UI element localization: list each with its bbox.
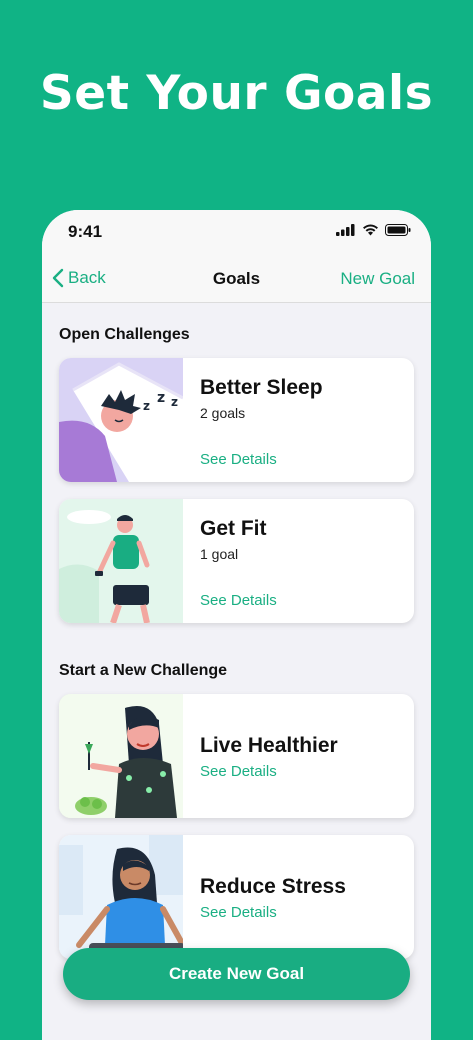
challenge-card-live-healthier[interactable]: Live Healthier See Details (59, 694, 414, 818)
status-time: 9:41 (68, 222, 103, 241)
phone-frame: 9:41 Back Goals New Goal Open Challenges… (42, 210, 431, 1040)
cellular-signal-icon (336, 224, 355, 236)
svg-text:z: z (171, 395, 178, 409)
card-title: Reduce Stress (200, 875, 346, 898)
svg-text:z: z (143, 399, 150, 413)
battery-icon (385, 224, 411, 236)
wifi-icon (363, 224, 378, 236)
create-new-goal-button[interactable]: Create New Goal (63, 948, 410, 1000)
sleeping-person-illustration: z z z (59, 358, 183, 482)
meditating-woman-illustration (59, 835, 183, 959)
challenge-card-get-fit[interactable]: Get Fit 1 goal See Details (59, 499, 414, 623)
challenge-card-better-sleep[interactable]: z z z Better Sleep 2 goals See Details (59, 358, 414, 482)
card-title: Better Sleep (200, 376, 323, 399)
status-icons (336, 224, 411, 236)
headline: Set Your Goals (39, 66, 434, 121)
see-details-link[interactable]: See Details (200, 763, 277, 780)
challenge-card-reduce-stress[interactable]: Reduce Stress See Details (59, 835, 414, 959)
section-start-new-challenge: Start a New Challenge (59, 662, 228, 679)
status-bar: 9:41 (42, 210, 431, 254)
nav-bar: Back Goals New Goal (42, 254, 431, 303)
see-details-link[interactable]: See Details (200, 904, 277, 921)
see-details-link[interactable]: See Details (200, 592, 277, 609)
see-details-link[interactable]: See Details (200, 451, 277, 468)
card-subtitle: 2 goals (200, 405, 246, 421)
card-title: Live Healthier (200, 734, 338, 757)
section-open-challenges: Open Challenges (59, 326, 190, 343)
card-title: Get Fit (200, 517, 267, 540)
svg-text:z: z (157, 390, 165, 406)
new-goal-button[interactable]: New Goal (340, 269, 415, 289)
card-subtitle: 1 goal (200, 546, 239, 562)
walking-person-illustration (59, 499, 183, 623)
woman-eating-salad-illustration (59, 694, 183, 818)
